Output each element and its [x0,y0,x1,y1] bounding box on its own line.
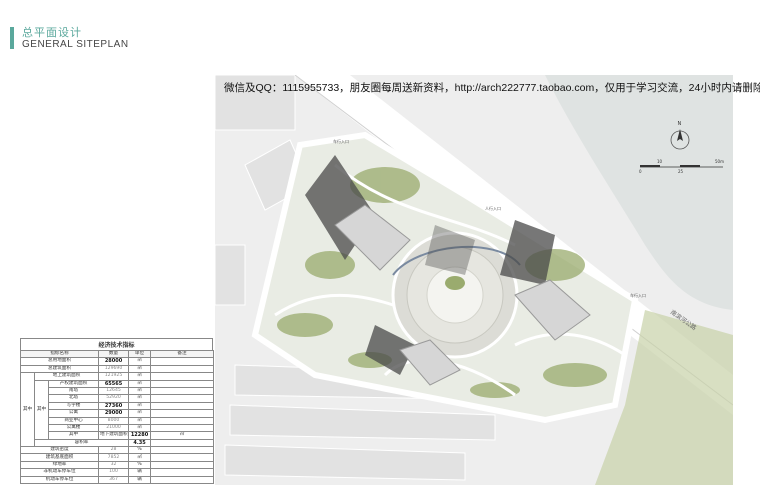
table-row: 其中 地上建筑面积 121925 ㎡ [20,372,215,448]
table-row: 容积率 4.35 [21,438,215,448]
table-row: 写字楼 27360 ㎡ [21,401,215,411]
section-accent-bar [10,27,14,49]
table-row: 总用地面积 28000 ㎡ [19,357,215,366]
header-name: 指标名称 [19,349,100,359]
svg-text:25: 25 [678,169,684,174]
site-plan-image: 车行入口 人行入口 车行入口 南滨河公路 N 10 50m 0 25 [215,75,733,485]
svg-text:50m: 50m [715,159,724,164]
table-row: 北塔 52920 ㎡ [21,394,215,403]
table-row: 机动车停车位 367 辆 [19,475,215,485]
table-row: 公寓楼 21000 ㎡ [21,423,215,433]
page-title-cn: 总平面设计 [22,26,82,39]
header-value: 数量 [98,349,130,359]
header-note: 备注 [150,349,215,359]
entrance-label-3: 车行入口 [630,292,646,298]
watermark-text: 微信及QQ：1115955733，朋友圈每周送新资料，http://arch22… [224,82,760,94]
table-row: 其中 地下建筑面积 12280 ㎡ [21,431,215,440]
entrance-label-1: 车行入口 [333,138,349,144]
table-row: 非机动车停车位 100 辆 [19,468,215,477]
economic-indicators-table: 经济技术指标 指标名称 数量 单位 备注 总用地面积 28000 ㎡ 总建筑面积… [19,338,215,485]
header-unit: 单位 [128,349,152,359]
table-title: 经济技术指标 [20,338,213,350]
table-row: 建筑密度 28 % [19,446,215,455]
table-row: 其中 产权建筑面积 65565 ㎡ [21,379,215,440]
svg-text:10: 10 [657,159,663,164]
svg-text:N: N [678,121,682,127]
table-row: 商业中心 8000 ㎡ [21,416,215,425]
table-row: 建筑基底面积 7852 ㎡ [19,453,215,462]
table-row: 绿地率 32 % [19,460,215,470]
table-row: 总建筑面积 129690 ㎡ [19,364,215,374]
entrance-label-2: 人行入口 [485,205,501,211]
table-row: 公寓 29000 ㎡ [21,409,215,418]
table-row: 南塔 12645 ㎡ [21,386,215,396]
page-title-en: GENERAL SITEPLAN [22,39,129,50]
